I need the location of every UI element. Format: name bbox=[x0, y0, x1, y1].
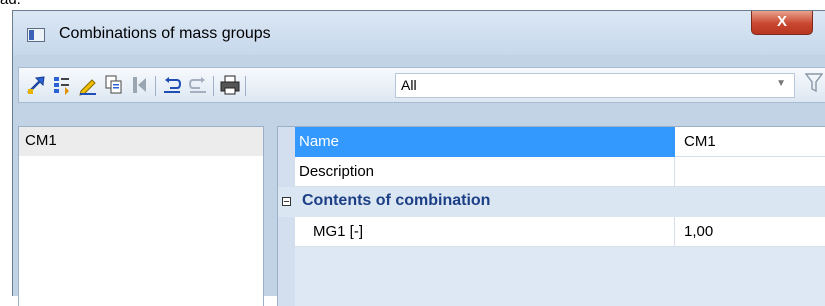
title-bar: Combinations of mass groups X bbox=[13, 11, 825, 55]
edit-icon[interactable] bbox=[77, 74, 99, 96]
mg1-value: 1,00 bbox=[684, 223, 714, 240]
group-title: Contents of combination bbox=[302, 192, 491, 209]
window-icon bbox=[27, 28, 45, 42]
name-value: CM1 bbox=[684, 133, 716, 150]
dialog-window: Combinations of mass groups X All ▼ CM1 … bbox=[12, 10, 825, 306]
mg1-label-cell: MG1 [-] bbox=[295, 217, 675, 247]
new-item-icon[interactable] bbox=[25, 74, 47, 96]
list-item[interactable]: CM1 bbox=[19, 127, 263, 156]
redo-icon[interactable] bbox=[187, 74, 209, 96]
copy-icon[interactable] bbox=[103, 74, 125, 96]
properties-icon[interactable] bbox=[51, 74, 73, 96]
filter-value: All bbox=[401, 77, 417, 93]
toolbar: All ▼ bbox=[18, 67, 825, 103]
property-row-name[interactable]: Name CM1 bbox=[295, 127, 825, 157]
combination-list: CM1 bbox=[18, 126, 264, 306]
undo-icon[interactable] bbox=[161, 74, 183, 96]
mg1-label: MG1 [-] bbox=[313, 223, 364, 240]
property-row-description[interactable]: Description bbox=[295, 157, 825, 187]
property-grid: Name CM1 Description − Contents of combi… bbox=[277, 126, 825, 306]
description-label: Description bbox=[299, 163, 375, 180]
list-item-label: CM1 bbox=[25, 132, 57, 149]
name-label-cell: Name bbox=[295, 127, 675, 157]
description-value-cell[interactable] bbox=[675, 157, 825, 187]
print-icon[interactable] bbox=[219, 74, 241, 96]
filter-icon[interactable] bbox=[804, 72, 824, 100]
mg1-value-cell[interactable]: 1,00 bbox=[675, 217, 825, 247]
name-label: Name bbox=[299, 133, 340, 150]
property-row-mg1[interactable]: MG1 [-] 1,00 bbox=[295, 217, 825, 247]
description-label-cell: Description bbox=[295, 157, 675, 187]
cutoff-text: ad. bbox=[0, 0, 21, 8]
filter-select[interactable]: All ▼ bbox=[395, 73, 795, 98]
insert-icon[interactable] bbox=[129, 74, 151, 96]
group-header-contents[interactable]: − Contents of combination bbox=[278, 187, 825, 217]
close-button[interactable]: X bbox=[751, 11, 813, 35]
window-title: Combinations of mass groups bbox=[59, 25, 271, 42]
collapse-icon[interactable]: − bbox=[282, 197, 291, 208]
chevron-down-icon[interactable]: ▼ bbox=[776, 78, 786, 89]
name-value-cell[interactable]: CM1 bbox=[675, 127, 825, 157]
